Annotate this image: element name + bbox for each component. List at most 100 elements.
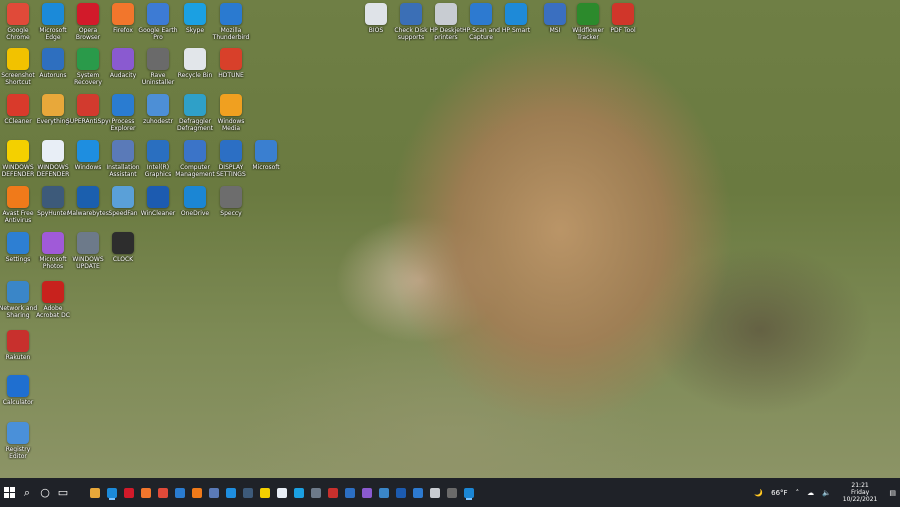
pinned-app-icon[interactable]	[361, 487, 372, 498]
document-icon	[42, 140, 64, 162]
pinned-app-icon[interactable]	[293, 487, 304, 498]
desktop-shortcut[interactable]: zuhodestr	[140, 94, 176, 125]
network-icon	[7, 281, 29, 303]
pinned-app-icon[interactable]	[106, 487, 117, 498]
desktop-shortcut[interactable]: Calculator	[0, 375, 36, 406]
pinned-app-icon[interactable]	[344, 487, 355, 498]
desktop-shortcut[interactable]: Process Explorer	[105, 94, 141, 132]
skype-icon	[184, 3, 206, 25]
scanner-icon	[470, 3, 492, 25]
pinned-app-icon[interactable]	[259, 487, 270, 498]
weather-icon[interactable]: 🌙	[754, 489, 763, 497]
taskbar-clock[interactable]: 21:21 Friday 10/22/2021	[843, 482, 878, 503]
desktop-shortcut[interactable]: PDF Tool	[605, 3, 641, 34]
pinned-app-icon[interactable]	[89, 487, 100, 498]
pinned-app-icon[interactable]	[310, 487, 321, 498]
pinned-app-icon[interactable]	[446, 487, 457, 498]
recycle-bin-icon	[184, 48, 206, 70]
hidden-icons-chevron-icon[interactable]: ˄	[796, 489, 800, 497]
desktop-shortcut[interactable]: WinCleaner	[140, 186, 176, 217]
pinned-app-icon[interactable]	[412, 487, 423, 498]
shortcut-label: Rakuten	[5, 354, 31, 361]
system-tray: 🌙 66°F ˄ ☁ 🔈 21:21 Friday 10/22/2021 ▤	[750, 478, 900, 507]
desktop-shortcut[interactable]: WINDOWS DEFENDER	[35, 140, 71, 178]
display-icon	[147, 140, 169, 162]
desktop-shortcut[interactable]: Avast Free Antivirus	[0, 186, 36, 224]
acrobat-icon	[42, 281, 64, 303]
desktop-shortcut[interactable]: Google Earth Pro	[138, 3, 178, 41]
star-icon	[7, 48, 29, 70]
notification-icon[interactable]: ▤	[889, 489, 896, 497]
autoruns-icon	[42, 48, 64, 70]
desktop-shortcut[interactable]: Rave Uninstaller	[140, 48, 176, 86]
clock-date: 10/22/2021	[842, 496, 878, 503]
disc-icon	[112, 140, 134, 162]
superantispy-icon	[77, 94, 99, 116]
desktop-shortcut[interactable]: HP Scan and Capture	[462, 3, 500, 41]
pinned-app-icon[interactable]	[191, 487, 202, 498]
desktop-shortcut[interactable]: Computer Management	[175, 140, 215, 178]
desktop-shortcut[interactable]: Intel(R) Graphics	[140, 140, 176, 178]
windows-start-icon[interactable]	[0, 478, 18, 507]
server-icon	[255, 140, 277, 162]
shortcut-label: HDTUNE	[218, 72, 244, 79]
desktop-shortcut[interactable]: Speccy	[213, 186, 249, 217]
clock-time: 21:21	[851, 482, 869, 489]
pinned-app-icon[interactable]	[174, 487, 185, 498]
desktop-shortcut[interactable]: Microsoft	[248, 140, 284, 171]
network-icon[interactable]: ☁	[807, 489, 814, 497]
spyware-icon	[42, 186, 64, 208]
search-icon	[112, 94, 134, 116]
desktop-shortcut[interactable]: HDTUNE	[213, 48, 249, 79]
shortcut-label: Adobe Acrobat DC	[36, 305, 70, 319]
gear-icon	[77, 232, 99, 254]
pinned-app-icon[interactable]	[157, 487, 168, 498]
desktop-shortcut[interactable]: Defraggler Defragment	[177, 94, 213, 132]
speedfan-icon	[112, 186, 134, 208]
desktop-shortcut[interactable]: WINDOWS UPDATE	[70, 232, 106, 270]
computer-icon	[184, 140, 206, 162]
media-player-icon	[220, 94, 242, 116]
pinned-app-icon[interactable]	[123, 487, 134, 498]
desktop-shortcut[interactable]: OneDrive	[177, 186, 213, 217]
desktop-shortcut[interactable]: Registry Editor	[0, 422, 36, 460]
everything-icon	[42, 94, 64, 116]
pinned-app-icon[interactable]	[463, 487, 474, 498]
desktop-shortcut[interactable]: Rakuten	[0, 330, 36, 361]
pinned-app-icon[interactable]	[276, 487, 287, 498]
desktop-shortcut[interactable]: System Recovery	[70, 48, 106, 86]
desktop-shortcut[interactable]: Windows Media	[213, 94, 249, 132]
pinned-app-icon[interactable]	[378, 487, 389, 498]
cortana-icon[interactable]: ○	[36, 478, 54, 507]
warning-icon	[7, 140, 29, 162]
pinned-app-icon[interactable]	[225, 487, 236, 498]
edge-icon	[42, 3, 64, 25]
desktop-shortcut[interactable]: HP Smart	[498, 3, 534, 34]
pinned-app-icon[interactable]	[327, 487, 338, 498]
pinned-app-icon[interactable]	[395, 487, 406, 498]
desktop-shortcut[interactable]: Wildflower Tracker	[570, 3, 606, 41]
desktop-shortcut[interactable]: Opera Browser	[70, 3, 106, 41]
desktop-shortcut[interactable]: DISPLAY SETTINGS	[213, 140, 249, 178]
desktop-shortcut[interactable]: Screenshot Shortcut	[0, 48, 36, 86]
weather-temperature[interactable]: 66°F	[771, 489, 787, 497]
volume-icon[interactable]: 🔈	[822, 489, 831, 497]
pinned-app-icon[interactable]	[429, 487, 440, 498]
shortcut-label: Windows Media	[217, 118, 245, 132]
desktop-shortcut[interactable]: Recycle Bin	[177, 48, 213, 79]
opera-icon	[77, 3, 99, 25]
pinned-app-icon[interactable]	[208, 487, 219, 498]
printer-icon	[400, 3, 422, 25]
task-view-icon[interactable]: ▭	[54, 478, 72, 507]
earth-icon	[147, 3, 169, 25]
desktop-shortcut[interactable]: Mozilla Thunderbird	[213, 3, 249, 41]
search-icon[interactable]: ⌕	[18, 478, 36, 507]
rakuten-icon	[7, 330, 29, 352]
desktop-shortcut[interactable]: Skype	[177, 3, 213, 34]
pinned-app-icon[interactable]	[140, 487, 151, 498]
monitor-icon	[220, 140, 242, 162]
desktop-shortcut[interactable]: Adobe Acrobat DC	[35, 281, 71, 319]
desktop-shortcut[interactable]: CLOCK	[105, 232, 141, 263]
bios-icon	[365, 3, 387, 25]
pinned-app-icon[interactable]	[242, 487, 253, 498]
